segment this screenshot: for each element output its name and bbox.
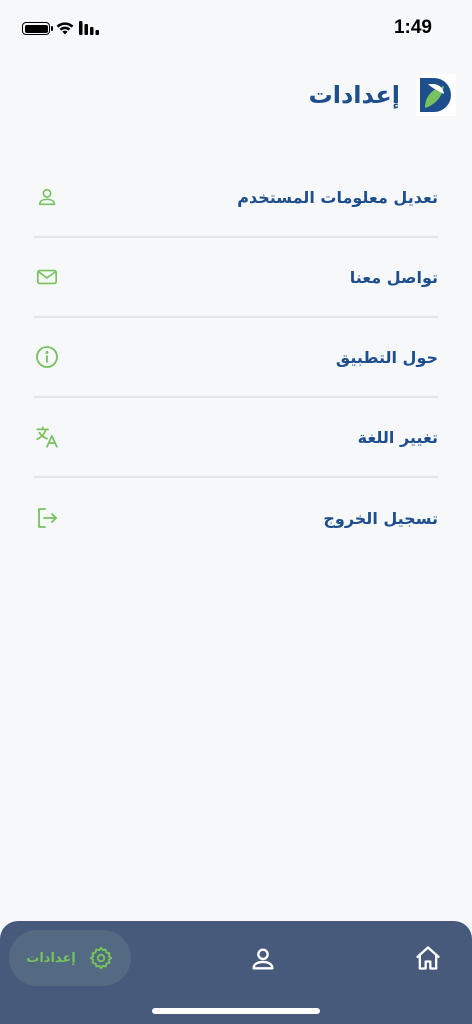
menu-item-about-app[interactable]: حول التطبيق	[34, 318, 438, 398]
home-icon[interactable]	[414, 944, 442, 972]
mail-icon	[34, 264, 60, 290]
battery-icon	[22, 22, 53, 35]
nav-item-label: إعدادات	[26, 950, 76, 966]
translate-icon	[34, 424, 60, 450]
menu-item-contact-us[interactable]: تواصل معنا	[34, 238, 438, 318]
app-logo-icon	[416, 74, 456, 116]
info-icon	[34, 344, 60, 370]
status-time: 1:49	[393, 17, 432, 38]
menu-item-label: تغيير اللغة	[357, 427, 438, 447]
menu-item-change-language[interactable]: تغيير اللغة	[34, 398, 438, 478]
logout-icon	[34, 505, 60, 531]
settings-menu: تعديل معلومات المستخدم تواصل معنا حول ال…	[34, 158, 438, 558]
menu-item-edit-profile[interactable]: تعديل معلومات المستخدم	[34, 158, 438, 238]
status-bar: 1:49	[0, 0, 472, 56]
home-indicator	[152, 1008, 320, 1014]
user-icon	[34, 184, 60, 210]
gear-icon	[89, 946, 113, 970]
menu-item-logout[interactable]: تسجيل الخروج	[34, 478, 438, 558]
menu-item-label: تعديل معلومات المستخدم	[237, 187, 438, 207]
signal-icon	[79, 21, 99, 35]
nav-item-settings[interactable]: إعدادات	[9, 930, 131, 986]
menu-item-label: تسجيل الخروج	[323, 508, 438, 528]
page-header: إعدادات	[309, 72, 456, 118]
wifi-icon	[56, 22, 74, 35]
profile-icon[interactable]	[249, 945, 277, 973]
page-title: إعدادات	[308, 81, 400, 109]
menu-item-label: تواصل معنا	[349, 267, 438, 287]
menu-item-label: حول التطبيق	[335, 347, 438, 367]
